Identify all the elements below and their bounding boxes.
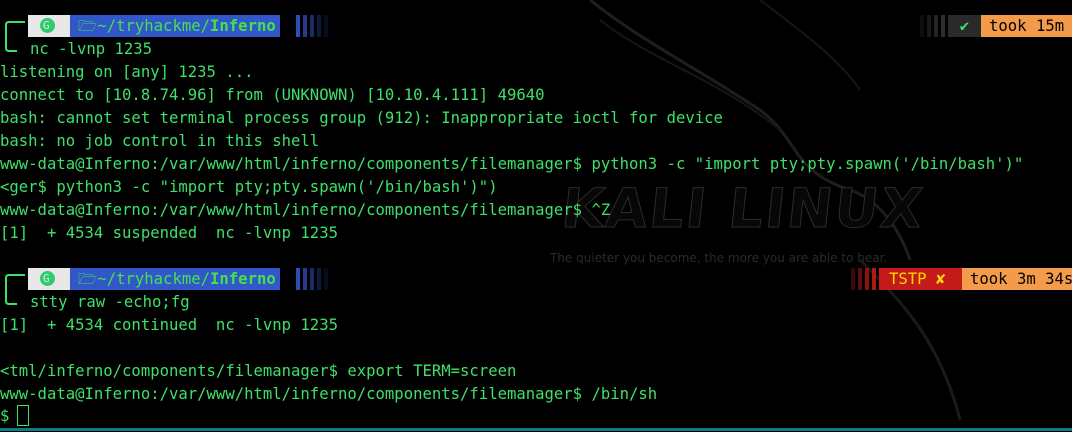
prompt-bar-2: G 🗁~/tryhackme/Inferno TSTP ✘ took 3m 34… [0,268,1072,305]
folder-icon: 🗁 [78,17,98,35]
output-line: www-data@Inferno:/var/www/html/inferno/c… [0,201,611,219]
output-line: <tml/inferno/components/filemanager$ exp… [0,362,517,380]
fade-bar [310,15,314,37]
fade-bar [317,268,321,290]
output-line: www-data@Inferno:/var/www/html/inferno/c… [0,155,1024,173]
took-time-badge: took 15m [981,15,1072,37]
fade-bar [851,268,855,290]
fade-bar [865,268,869,290]
fade-bar [324,268,328,290]
prompt-path-segment: 🗁~/tryhackme/Inferno [70,15,280,37]
fade-bar [872,268,876,290]
fade-bar [317,15,321,37]
took-time-badge: took 3m 34s [962,268,1072,290]
fade-bar [296,268,300,290]
prompt-path-segment: 🗁~/tryhackme/Inferno [70,268,280,290]
output-line: bash: cannot set terminal process group … [0,109,723,127]
fade-bar [303,268,307,290]
folder-icon: 🗁 [78,270,98,288]
fade-bar [858,268,862,290]
prompt-tree-connector [5,21,25,52]
prompt-bar-1: G 🗁~/tryhackme/Inferno ✔ took 15m [0,15,1072,52]
fade-bar [303,15,307,37]
output-line: [1] + 4534 continued nc -lvnp 1235 [0,316,338,334]
fade-bar [310,268,314,290]
window-bottom-border [0,428,1072,431]
output-line: listening on [any] 1235 ... [0,63,254,81]
fade-bar [324,15,328,37]
status-fail-icon: ✘ [935,270,946,288]
output-line: connect to [10.8.74.96] from (UNKNOWN) [… [0,86,545,104]
shell-prompt-line: $ [0,407,19,425]
command-line: stty raw -echo;fg [30,293,190,311]
status-ok-icon: ✔ [948,15,981,37]
kali-os-icon: G [28,15,70,37]
fade-bar [296,15,300,37]
fade-bar [934,15,938,37]
output-line: <ger$ python3 -c "import pty;pty.spawn('… [0,178,498,196]
kali-os-icon: G [28,268,70,290]
output-line: www-data@Inferno:/var/www/html/inferno/c… [0,385,658,403]
terminal-cursor[interactable] [17,405,29,426]
command-line: nc -lvnp 1235 [30,40,153,58]
terminal-output[interactable]: G 🗁~/tryhackme/Inferno ✔ took 15m nc -lv… [0,0,1072,432]
prompt-tree-connector [5,274,25,305]
signal-badge: TSTP ✘ [879,268,962,290]
output-line: [1] + 4534 suspended nc -lvnp 1235 [0,224,338,242]
fade-bar [920,15,924,37]
fade-bar [941,15,945,37]
output-line: bash: no job control in this shell [0,132,320,150]
fade-bar [927,15,931,37]
